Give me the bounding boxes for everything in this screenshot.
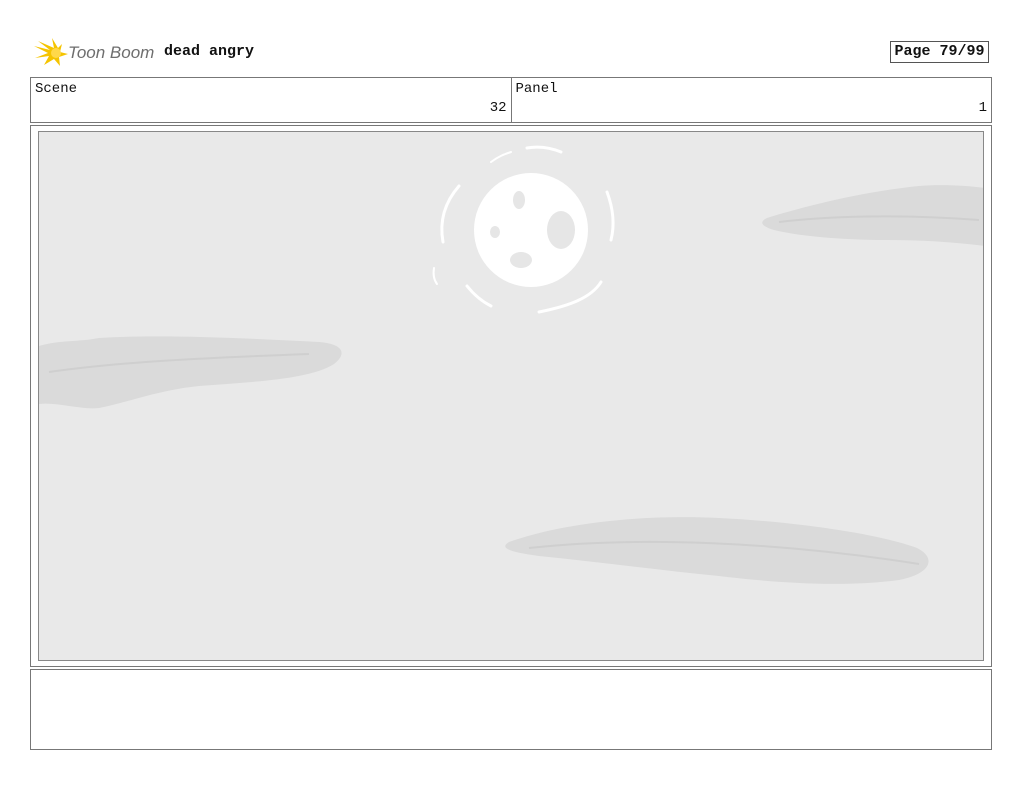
page-counter: Page 79/99 (890, 41, 989, 63)
panel-drawing[interactable] (38, 131, 984, 661)
toon-boom-logo: Toon Boom (32, 36, 158, 68)
logo-wordmark: Toon Boom (68, 43, 154, 62)
scene-number: 32 (489, 100, 507, 116)
panel-frame (30, 125, 992, 667)
scene-panel-info: Scene 32 Panel 1 (30, 77, 992, 123)
panel-notes[interactable] (30, 669, 992, 750)
panel-cell: Panel 1 (510, 78, 992, 122)
scene-label: Scene (35, 81, 78, 97)
logo-star-icon (34, 38, 68, 66)
panel-label: Panel (515, 81, 558, 97)
scene-cell: Scene 32 (31, 78, 511, 122)
project-title: dead angry (164, 43, 255, 60)
panel-number: 1 (978, 100, 987, 116)
